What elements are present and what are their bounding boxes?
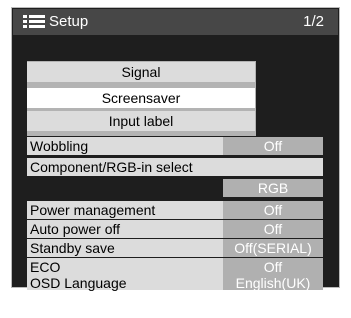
menu-title: Setup — [49, 13, 89, 30]
setting-row-wobbling[interactable]: Wobbling Off — [27, 137, 323, 155]
title-bar: Setup 1/2 — [13, 9, 338, 35]
setting-row-auto-power-off[interactable]: Auto power off Off — [27, 220, 323, 238]
submenu-item-screensaver[interactable]: Screensaver — [27, 88, 255, 108]
setting-value[interactable]: Off — [223, 137, 323, 155]
setup-menu-panel: Setup 1/2 Signal Screensaver Input label… — [11, 7, 340, 290]
setting-row-component-rgb-in-select[interactable]: Component/RGB-in select — [27, 158, 323, 176]
setting-row-standby-save[interactable]: Standby save Off(SERIAL) — [27, 239, 323, 257]
submenu-item-input-label[interactable]: Input label — [27, 111, 255, 131]
setting-label: OSD Language — [30, 275, 127, 291]
setting-label: Standby save — [30, 240, 115, 256]
setting-value-component-rgb[interactable]: RGB — [223, 179, 323, 197]
setting-label: Power management — [30, 202, 156, 218]
submenu-item-signal[interactable]: Signal — [27, 62, 255, 82]
setting-value[interactable]: Off(SERIAL) — [223, 239, 323, 257]
setting-value[interactable]: Off — [223, 258, 323, 276]
setting-label: Component/RGB-in select — [30, 159, 193, 175]
setting-row-eco[interactable]: ECO Off — [27, 258, 323, 276]
setting-label: ECO — [30, 259, 61, 275]
setting-row-power-management[interactable]: Power management Off — [27, 201, 323, 219]
setting-label: Auto power off — [30, 221, 121, 237]
setting-value[interactable]: Off — [223, 220, 323, 238]
setting-label: Wobbling — [30, 138, 89, 154]
setting-value[interactable]: English(UK) — [223, 276, 323, 290]
submenu-list: Signal Screensaver Input label — [27, 61, 256, 136]
page-indicator: 1/2 — [303, 13, 324, 30]
setting-value[interactable]: Off — [223, 201, 323, 219]
menu-list-icon — [23, 15, 45, 29]
setting-row-osd-language[interactable]: OSD Language English(UK) — [27, 276, 323, 290]
